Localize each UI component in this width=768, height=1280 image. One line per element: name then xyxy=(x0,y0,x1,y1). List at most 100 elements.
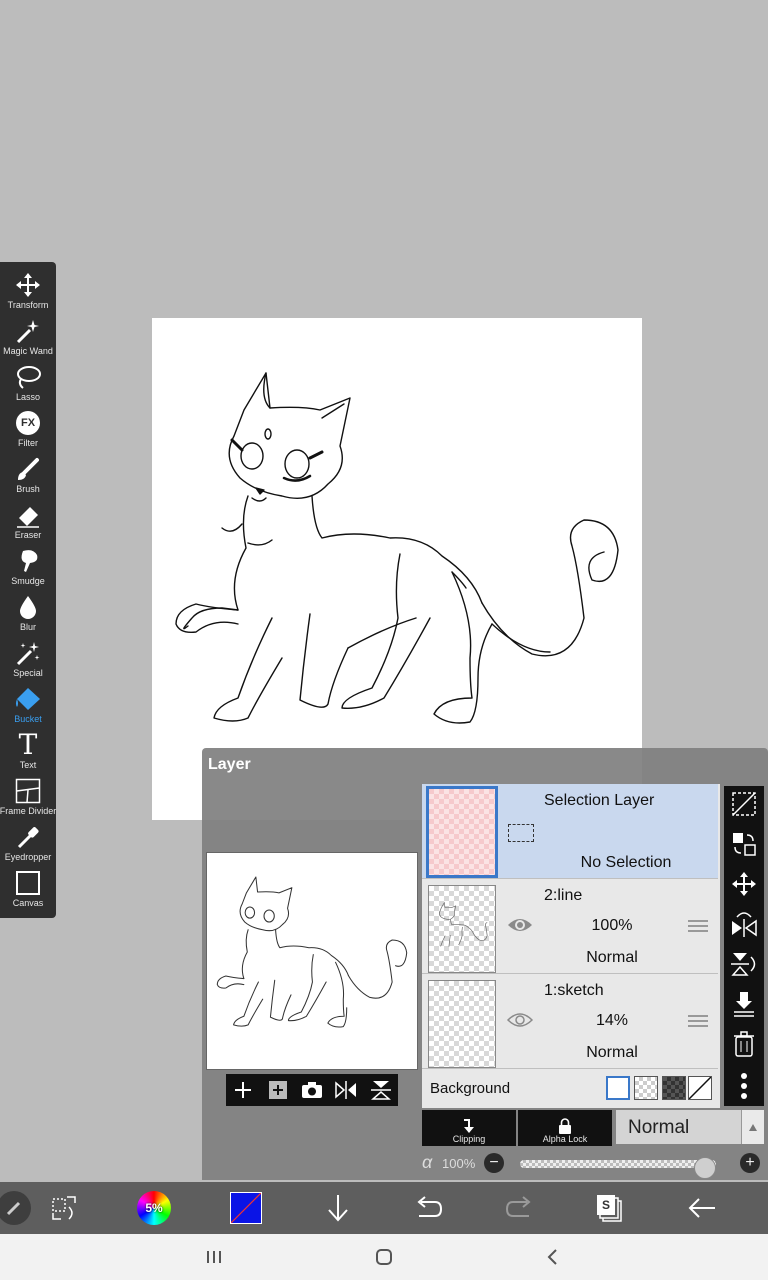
flip-vertical-button[interactable] xyxy=(730,950,758,978)
recent-apps-button[interactable] xyxy=(202,1246,226,1268)
frame-divider-icon xyxy=(14,776,42,806)
alpha-lock-button[interactable]: Alpha Lock xyxy=(518,1110,612,1146)
tool-label: Frame Divider xyxy=(0,806,57,816)
blend-mode-value: Normal xyxy=(628,1117,690,1138)
tool-lasso[interactable]: Lasso xyxy=(0,362,56,408)
opacity-slider[interactable] xyxy=(520,1157,716,1179)
tool-blur[interactable]: Blur xyxy=(0,592,56,638)
layers-icon: S xyxy=(597,1195,622,1222)
background-row: Background xyxy=(422,1070,718,1108)
camera-layer-button[interactable] xyxy=(298,1076,326,1104)
more-options-button[interactable] xyxy=(730,1072,758,1100)
tool-frame-divider[interactable]: Frame Divider xyxy=(0,776,56,822)
trash-icon xyxy=(734,1031,754,1057)
drawing-canvas[interactable] xyxy=(152,318,642,820)
bottom-toolbar: 5% S xyxy=(0,1182,768,1234)
eyedropper-icon xyxy=(14,822,42,852)
layer-blend-mode: Normal xyxy=(586,1044,638,1061)
background-transparent-swatch[interactable] xyxy=(634,1076,658,1100)
filter-icon: FX xyxy=(14,408,42,438)
swap-icon xyxy=(733,833,756,856)
quick-pen-button[interactable] xyxy=(0,1190,32,1226)
layer-row-line[interactable]: 2:line 100% Normal xyxy=(422,879,718,974)
arrow-down-icon xyxy=(328,1195,348,1222)
special-icon xyxy=(14,638,42,668)
tool-bucket[interactable]: Bucket xyxy=(0,684,56,730)
flip-horizontal-button[interactable] xyxy=(730,910,758,938)
tool-filter[interactable]: FX Filter xyxy=(0,408,56,454)
clipping-label: Clipping xyxy=(452,1134,486,1144)
chevron-up-icon xyxy=(741,1110,764,1144)
delete-layer-button[interactable] xyxy=(730,1030,758,1058)
transform-selection-button[interactable] xyxy=(46,1190,82,1226)
add-layer-button[interactable] xyxy=(229,1076,257,1104)
tool-transform[interactable]: Transform xyxy=(0,270,56,316)
opacity-decrease-button[interactable]: − xyxy=(484,1153,504,1173)
opacity-value: 100% xyxy=(442,1156,476,1171)
tool-label: Transform xyxy=(7,300,49,310)
layer-blend-mode: Normal xyxy=(586,949,638,966)
tool-canvas[interactable]: Canvas xyxy=(0,868,56,914)
tool-magic-wand[interactable]: Magic Wand xyxy=(0,316,56,362)
tool-label: Filter xyxy=(18,438,38,448)
flip-vertical-icon xyxy=(731,953,756,976)
brush-icon xyxy=(14,454,42,484)
download-button[interactable] xyxy=(320,1190,356,1226)
clipping-icon xyxy=(464,1119,474,1133)
layer-list: Selection Layer No Selection 2:line 100%… xyxy=(422,784,720,1108)
tool-label: Canvas xyxy=(12,898,44,908)
layer-row-selection[interactable]: Selection Layer No Selection xyxy=(422,784,718,879)
primary-color-swatch[interactable] xyxy=(228,1190,264,1226)
flip-vertical-icon xyxy=(370,1081,391,1100)
flip-horizontal-icon xyxy=(732,912,757,937)
home-button[interactable] xyxy=(372,1246,396,1268)
deselect-button[interactable] xyxy=(730,790,758,818)
lasso-icon xyxy=(14,362,42,392)
merge-layer-button[interactable] xyxy=(367,1076,395,1104)
clipping-button[interactable]: Clipping xyxy=(422,1110,516,1146)
layer-name: 1:sketch xyxy=(544,982,604,999)
tool-smudge[interactable]: Smudge xyxy=(0,546,56,592)
add-image-icon xyxy=(268,1081,287,1099)
background-none-swatch[interactable] xyxy=(688,1076,712,1100)
back-button[interactable] xyxy=(684,1190,720,1226)
color-wheel-button[interactable]: 5% xyxy=(136,1190,172,1226)
canvas-icon xyxy=(14,868,42,898)
swap-button[interactable] xyxy=(730,830,758,858)
tool-special[interactable]: Special xyxy=(0,638,56,684)
background-white-swatch[interactable] xyxy=(606,1076,630,1100)
layer-status: No Selection xyxy=(580,854,672,871)
tool-label: Smudge xyxy=(11,576,45,586)
layer-action-bar xyxy=(226,1074,398,1106)
tool-eyedropper[interactable]: Eyedropper xyxy=(0,822,56,868)
layer-row-sketch[interactable]: 1:sketch 14% Normal xyxy=(422,974,718,1069)
smudge-icon xyxy=(14,546,42,576)
opacity-slider-knob[interactable] xyxy=(694,1157,716,1179)
drag-handle-icon[interactable] xyxy=(688,1014,708,1028)
tool-text[interactable]: T Text xyxy=(0,730,56,776)
undo-button[interactable] xyxy=(410,1190,446,1226)
camera-icon xyxy=(301,1082,322,1098)
transform-arrows-icon xyxy=(52,1196,76,1220)
color-swatch xyxy=(230,1192,262,1224)
tool-label: Bucket xyxy=(14,714,42,724)
system-back-button[interactable] xyxy=(540,1246,564,1268)
flip-layer-button[interactable] xyxy=(332,1076,360,1104)
tool-label: Text xyxy=(19,760,37,770)
more-vertical-icon xyxy=(741,1073,747,1099)
tool-eraser[interactable]: Eraser xyxy=(0,500,56,546)
background-dark-swatch[interactable] xyxy=(662,1076,686,1100)
opacity-increase-button[interactable]: + xyxy=(740,1153,760,1173)
magic-wand-icon xyxy=(14,316,42,346)
blend-mode-select[interactable]: Normal xyxy=(616,1110,764,1144)
add-image-layer-button[interactable] xyxy=(264,1076,292,1104)
color-wheel-text: 5% xyxy=(145,1201,163,1215)
merge-down-button[interactable] xyxy=(730,990,758,1018)
transform-icon xyxy=(14,270,42,300)
tool-brush[interactable]: Brush xyxy=(0,454,56,500)
move-layer-button[interactable] xyxy=(730,870,758,898)
layer-opacity: 14% xyxy=(595,1012,629,1029)
drag-handle-icon[interactable] xyxy=(688,919,708,933)
layers-button[interactable]: S xyxy=(592,1190,628,1226)
redo-button[interactable] xyxy=(502,1190,538,1226)
